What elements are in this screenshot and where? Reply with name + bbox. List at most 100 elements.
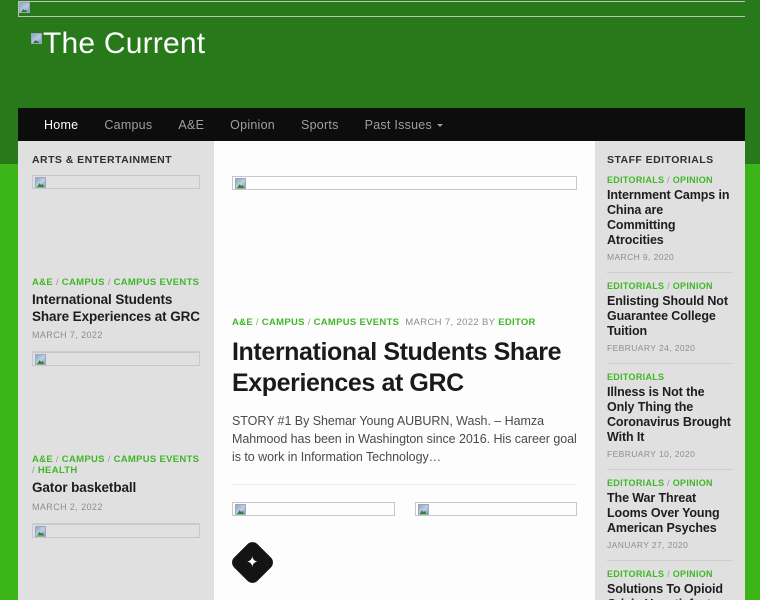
right-sidebar-inner: STAFF EDITORIALS EDITORIALS / OPINION In… [595,141,745,600]
category-separator: / [104,277,114,288]
post-categories: A&E / CAMPUS / CAMPUS EVENTS [32,277,200,288]
article-author[interactable]: EDITOR [498,317,536,328]
post-date: JANUARY 27, 2020 [607,540,689,550]
post-title[interactable]: Internment Camps in China are Committing… [607,188,733,248]
nav-item-opinion[interactable]: Opinion [217,118,288,132]
post-title[interactable]: International Students Share Experiences… [32,292,200,325]
list-item[interactable]: A&E / CAMPUS / CAMPUS EVENTS / HEALTH Ga… [32,352,200,524]
page-root: The Current Home Campus A&E Opinion Spor… [0,0,760,600]
post-categories: EDITORIALS / OPINION [607,470,733,488]
nav-item-home[interactable]: Home [31,118,91,132]
list-item[interactable]: A&E / CAMPUS / CAMPUS EVENTS Vehicle The… [32,523,200,600]
post-title[interactable]: Illness is Not the Only Thing the Corona… [607,385,733,445]
category-link[interactable]: EDITORIALS [607,175,664,185]
category-link[interactable]: A&E [32,454,53,465]
nav-item-ae[interactable]: A&E [165,118,217,132]
post-date: FEBRUARY 10, 2020 [607,449,696,459]
list-item[interactable]: EDITORIALS / OPINION Enlisting Should No… [607,273,733,364]
nav-item-campus[interactable]: Campus [91,118,165,132]
category-link[interactable]: A&E [32,277,53,288]
category-separator: / [304,317,314,328]
thumbnail-spacer [32,189,200,277]
site-logo-alt-text: The Current [43,27,206,60]
post-thumbnail-placeholder [32,523,200,538]
broken-image-icon [235,504,246,515]
category-link[interactable]: EDITORIALS [607,478,664,488]
category-separator: / [664,281,673,291]
category-separator: / [664,478,673,488]
category-link[interactable]: CAMPUS [262,317,305,328]
nav-item-past-issues[interactable]: Past Issues [352,118,456,132]
left-sidebar: ARTS & ENTERTAINMENT A&E / CAMPUS / CAMP… [18,141,214,600]
category-separator: / [52,454,62,465]
broken-image-icon [235,178,246,189]
article-date-value: MARCH 7, 2022 [405,317,480,328]
list-item[interactable]: A&E / CAMPUS / CAMPUS EVENTS Internation… [32,175,200,352]
post-title[interactable]: Solutions To Opioid Crisis Unsatisfactor… [607,582,733,600]
category-link[interactable]: CAMPUS [62,454,105,465]
top-banner [0,0,760,18]
chevron-down-icon [437,123,444,127]
category-link[interactable]: A&E [232,317,253,328]
broken-image-icon [417,504,429,515]
post-categories: EDITORIALS [607,364,733,382]
site-masthead: The Current [0,18,760,108]
star-diamond-icon[interactable]: ✦ [229,539,276,586]
nav-item-past-issues-label: Past Issues [364,117,433,132]
post-thumbnail-placeholder [32,175,200,189]
category-separator: / [664,175,673,185]
article-by-text: BY [481,317,496,328]
post-date: FEBRUARY 24, 2020 [607,343,696,353]
hero-spacer [232,190,577,317]
article-meta: A&E / CAMPUS / CAMPUS EVENTS MARCH 7, 20… [232,317,577,328]
list-item[interactable]: EDITORIALS / OPINION Internment Camps in… [607,175,733,273]
hero-thumbnail-placeholder [232,176,577,190]
category-link[interactable]: EDITORIALS [607,372,664,382]
category-link[interactable]: OPINION [673,478,713,488]
post-categories: A&E / CAMPUS / CAMPUS EVENTS / HEALTH [32,454,200,476]
list-item[interactable]: EDITORIALS / OPINION Solutions To Opioid… [607,561,733,600]
category-link[interactable]: OPINION [673,175,713,185]
post-date: MARCH 2, 2022 [32,501,103,512]
category-separator: / [52,277,62,288]
category-link[interactable]: CAMPUS EVENTS [114,277,200,288]
nav-item-sports[interactable]: Sports [288,118,352,132]
category-link[interactable]: CAMPUS EVENTS [314,317,400,328]
star-glyph: ✦ [246,553,259,571]
site-logo[interactable]: The Current [31,24,211,63]
list-item[interactable]: EDITORIALS / OPINION The War Threat Loom… [607,470,733,561]
left-sidebar-inner: ARTS & ENTERTAINMENT A&E / CAMPUS / CAMP… [18,141,214,600]
secondary-thumbnails [232,485,577,516]
broken-image-icon [35,354,46,365]
category-link[interactable]: EDITORIALS [607,569,664,579]
post-categories: EDITORIALS / OPINION [607,273,733,291]
thumbnail-spacer [32,366,200,454]
category-link[interactable]: OPINION [673,281,713,291]
list-item[interactable]: EDITORIALS Illness is Not the Only Thing… [607,364,733,470]
thumbnail-spacer [32,538,200,600]
article-excerpt: STORY #1 By Shemar Young AUBURN, Wash. –… [232,414,577,464]
post-date: MARCH 9, 2020 [607,252,675,262]
post-thumbnail-placeholder[interactable] [232,502,395,516]
top-banner-broken-image [18,1,760,17]
category-link[interactable]: HEALTH [38,465,78,476]
category-link[interactable]: CAMPUS [62,277,105,288]
category-link[interactable]: OPINION [673,569,713,579]
post-thumbnail-placeholder [32,352,200,366]
article-hero-image[interactable] [232,176,577,190]
page-title[interactable]: International Students Share Experiences… [232,337,577,399]
category-link[interactable]: CAMPUS EVENTS [114,454,200,465]
category-link[interactable]: EDITORIALS [607,281,664,291]
broken-image-icon [19,2,30,13]
post-categories: EDITORIALS / OPINION [607,561,733,579]
post-title[interactable]: Enlisting Should Not Guarantee College T… [607,294,733,339]
post-title[interactable]: Gator basketball [32,480,200,497]
primary-navigation: Home Campus A&E Opinion Sports Past Issu… [18,108,745,141]
right-green-strip [745,0,760,600]
main-inner: A&E / CAMPUS / CAMPUS EVENTS MARCH 7, 20… [214,176,595,586]
broken-image-icon [35,177,46,188]
left-sidebar-title: ARTS & ENTERTAINMENT [32,154,173,166]
broken-image-icon [31,33,42,44]
post-thumbnail-placeholder[interactable] [414,502,577,516]
post-title[interactable]: The War Threat Looms Over Young American… [607,491,733,536]
